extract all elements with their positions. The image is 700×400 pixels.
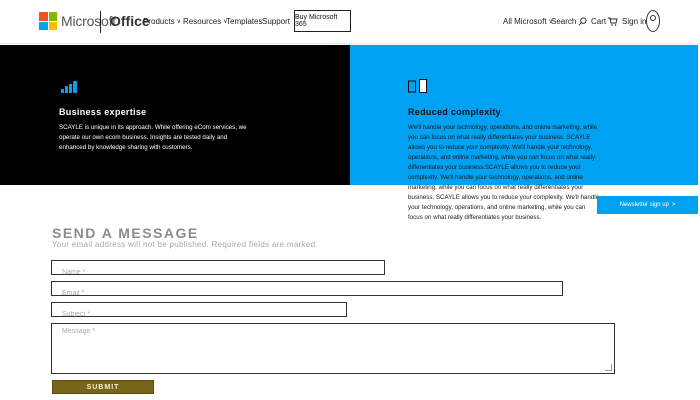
email-input[interactable]	[52, 287, 562, 300]
logo-red-square	[39, 12, 48, 21]
nav-products[interactable]: Products ∨	[143, 17, 181, 26]
text-line: operations, and online marketing, while …	[408, 154, 596, 161]
microsoft-logo-icon[interactable]	[39, 12, 57, 30]
sign-in-label: Sign in	[622, 17, 647, 26]
text-line: SCAYLE is unique in its approach. While …	[59, 124, 247, 131]
search-button[interactable]: Search	[551, 17, 587, 26]
text-line: allows you to reduce your complexity. We…	[408, 144, 593, 151]
nav-resources-label: Resources	[183, 17, 222, 26]
business-expertise-text: SCAYLE is unique in its approach. While …	[59, 123, 349, 153]
message-field[interactable]	[51, 323, 615, 374]
resize-handle-icon[interactable]	[605, 364, 612, 371]
logo-green-square	[48, 12, 57, 21]
document-icon	[408, 79, 427, 93]
nav-support[interactable]: Support	[262, 17, 290, 26]
text-line: differentiates your business.SCAYLE allo…	[408, 164, 581, 171]
search-label: Search	[551, 17, 577, 26]
newsletter-label: Newsletter sign up	[619, 202, 669, 208]
name-field[interactable]	[51, 260, 385, 279]
buy-microsoft-365-button[interactable]: Buy Microsoft 365	[294, 10, 351, 32]
brand-name[interactable]: Microsoft	[61, 13, 116, 29]
all-microsoft-label: All Microsoft	[503, 17, 547, 26]
nav-products-label: Products	[143, 17, 175, 26]
text-line: enhanced by knowledge sharing with custo…	[59, 144, 193, 151]
bar-chart-icon	[61, 81, 77, 93]
text-line: marketing, while you can focus on what r…	[408, 184, 584, 191]
account-avatar-icon[interactable]	[646, 10, 660, 32]
form-title: SEND A MESSAGE	[52, 225, 199, 241]
message-textarea[interactable]	[52, 324, 614, 373]
nav-templates[interactable]: Templates	[226, 17, 262, 26]
cart-label: Cart	[591, 17, 607, 26]
text-line: focus on what really differentiates your…	[408, 214, 542, 221]
chevron-right-icon: >	[671, 202, 676, 208]
site-header: Microsoft Office Products ∨ Resources ∨ Te…	[0, 0, 700, 44]
logo-yellow-square	[48, 21, 57, 30]
reduced-complexity-title: Reduced complexity	[408, 107, 501, 117]
nav-support-label: Support	[262, 17, 291, 26]
newsletter-signup-button[interactable]: Newsletter sign up >	[597, 196, 698, 214]
header-divider	[100, 11, 101, 33]
subject-input[interactable]	[52, 308, 346, 321]
name-input[interactable]	[52, 266, 384, 279]
business-expertise-panel	[0, 45, 350, 185]
text-line: complexity. We'll handle your technology…	[408, 174, 583, 181]
email-field[interactable]	[51, 281, 563, 300]
nav-templates-label: Templates	[226, 17, 263, 26]
sign-in-link[interactable]: Sign in	[622, 17, 646, 26]
submit-button[interactable]: SUBMIT	[52, 380, 154, 394]
all-microsoft-menu[interactable]: All Microsoft ∨	[503, 17, 553, 26]
cart-icon	[608, 17, 618, 26]
subject-field[interactable]	[51, 302, 347, 321]
form-subtitle: Your email address will not be published…	[52, 240, 318, 249]
business-expertise-title: Business expertise	[59, 107, 147, 117]
text-line: you can focus on what really differentia…	[408, 134, 591, 141]
chevron-down-icon: ∨	[176, 19, 181, 25]
logo-blue-square	[39, 21, 48, 30]
text-line: We'll handle your technology, operations…	[408, 124, 598, 131]
cart-button[interactable]: Cart	[591, 17, 618, 26]
search-icon	[578, 17, 587, 26]
nav-resources[interactable]: Resources ∨	[183, 17, 228, 26]
text-line: operate our own ecom business. Insights …	[59, 134, 228, 141]
